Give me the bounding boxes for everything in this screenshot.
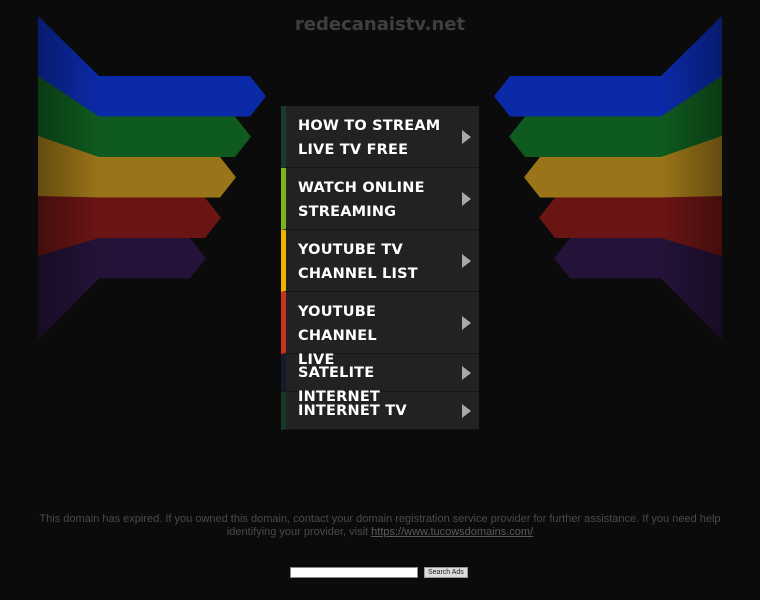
right-wing (494, 16, 722, 340)
right-stripe-bar (494, 76, 661, 117)
left-stripe-bar (99, 76, 266, 117)
menu-item-youtube-channel[interactable]: YOUTUBE CHANNEL LIVE (281, 292, 479, 368)
menu-item-watch-online[interactable]: WATCH ONLINE STREAMING (281, 168, 479, 230)
left-stripe-shade (38, 238, 99, 340)
left-stripe-bar (99, 238, 206, 279)
search-ads-button[interactable]: Search Ads (424, 567, 468, 578)
chevron-right-icon (462, 365, 471, 380)
right-stripe-bar (554, 238, 661, 279)
tucows-link[interactable]: https://www.tucowsdomains.com/ (371, 526, 533, 538)
search-input[interactable] (290, 567, 418, 578)
menu-item-label-line2: STREAMING (298, 204, 397, 220)
left-stripe-bar (99, 157, 236, 198)
parked-page: redecanaistv.net HOW TO STREAM LIVE TV F… (0, 0, 760, 600)
chevron-right-icon (462, 191, 471, 206)
menu-item-label-line1: WATCH ONLINE (298, 180, 425, 196)
right-stripe-bar (539, 197, 661, 238)
right-stripe-bar (509, 116, 661, 157)
menu-item-label-line1: YOUTUBE CHANNEL (298, 304, 377, 344)
menu-item-youtube-tv[interactable]: YOUTUBE TV CHANNEL LIST (281, 230, 479, 292)
menu-item-how-to-stream[interactable]: HOW TO STREAM LIVE TV FREE (281, 106, 479, 168)
menu-item-label-line2: CHANNEL LIST (298, 266, 418, 282)
left-wing (38, 16, 266, 340)
right-stripe-shade (661, 238, 722, 340)
left-stripe-bar (99, 197, 221, 238)
menu-item-label-line2: LIVE TV FREE (298, 142, 409, 158)
link-menu: HOW TO STREAM LIVE TV FREE WATCH ONLINE … (281, 106, 479, 430)
chevron-right-icon (462, 253, 471, 268)
chevron-right-icon (462, 403, 471, 418)
menu-item-label-line1: YOUTUBE TV (298, 242, 403, 258)
menu-item-label: INTERNET TV (298, 403, 407, 419)
left-stripe-bar (99, 116, 251, 157)
search-form: Search Ads (290, 567, 468, 578)
menu-item-internet-tv[interactable]: INTERNET TV (281, 392, 479, 430)
right-stripe-bar (524, 157, 661, 198)
menu-item-label-line1: HOW TO STREAM (298, 118, 441, 134)
expired-notice: This domain has expired. If you owned th… (14, 513, 746, 539)
chevron-right-icon (462, 315, 471, 330)
chevron-right-icon (462, 129, 471, 144)
menu-item-satelite-internet[interactable]: SATELITE INTERNET (281, 354, 479, 405)
